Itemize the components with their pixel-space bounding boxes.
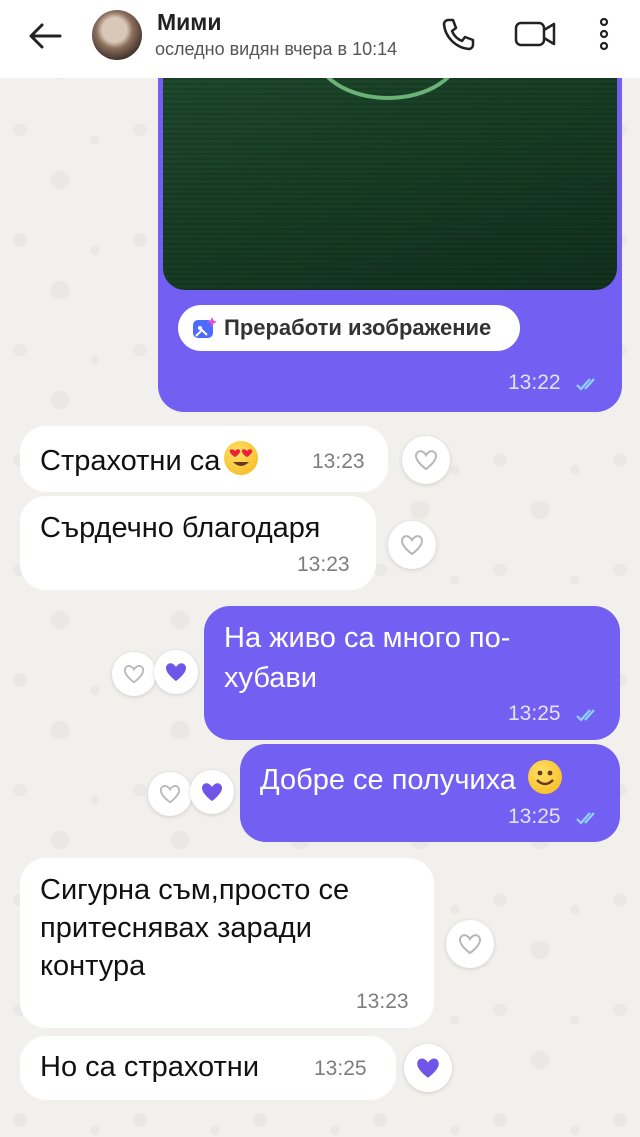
- message-text-line: хубави: [224, 662, 318, 694]
- heart-filled-icon: [417, 1058, 439, 1078]
- smile-emoji-icon: [527, 760, 562, 794]
- liked-indicator[interactable]: [154, 650, 198, 694]
- heart-outline-icon: [414, 450, 438, 471]
- contact-avatar[interactable]: [92, 10, 142, 60]
- message-text: Но са страхотни: [40, 1051, 260, 1083]
- message-time: 13:23: [356, 990, 409, 1013]
- video-call-icon[interactable]: [512, 14, 558, 54]
- message-time: 13:23: [312, 450, 365, 473]
- like-button[interactable]: [402, 436, 450, 484]
- magic-edit-icon: [193, 317, 217, 338]
- like-button[interactable]: [148, 772, 192, 816]
- shared-photo[interactable]: [163, 60, 617, 290]
- heart-filled-icon: [202, 783, 222, 801]
- chat-header: Мими оследно видян вчера в 10:14: [0, 0, 640, 78]
- message-time: 13:23: [297, 553, 350, 576]
- liked-indicator[interactable]: [190, 770, 234, 814]
- heart-outline-icon: [400, 535, 424, 556]
- heart-eyes-emoji-icon: [224, 441, 259, 475]
- message-text: Сърдечно благодаря: [40, 512, 321, 544]
- read-ticks-icon: [576, 378, 595, 391]
- phone-icon[interactable]: [438, 14, 478, 54]
- message-text: Добре се получиха: [260, 764, 516, 796]
- edit-image-button[interactable]: Преработи изображение: [178, 305, 520, 351]
- outgoing-message[interactable]: Добре се получиха 13:25: [240, 744, 620, 842]
- heart-outline-icon: [458, 934, 482, 955]
- message-time: 13:25: [508, 702, 561, 725]
- liked-indicator[interactable]: [404, 1044, 452, 1092]
- read-ticks-icon: [576, 812, 595, 825]
- incoming-message[interactable]: Сигурна съм,просто се притеснявах заради…: [20, 858, 434, 1028]
- message-text-line: Сигурна съм,просто се: [40, 874, 350, 906]
- back-arrow-icon[interactable]: [24, 18, 68, 54]
- message-time: 13:25: [314, 1057, 367, 1080]
- message-text-line: притеснявах заради: [40, 912, 312, 944]
- message-list[interactable]: Преработи изображение 13:22 Страхотни са…: [0, 0, 640, 1137]
- heart-outline-icon: [159, 785, 181, 804]
- message-time: 13:22: [508, 371, 561, 394]
- last-seen-status: оследно видян вчера в 10:14: [155, 39, 398, 59]
- contact-name[interactable]: Мими: [157, 9, 221, 36]
- more-options-icon[interactable]: [590, 14, 618, 54]
- message-text: Страхотни са: [40, 445, 221, 477]
- read-ticks-icon: [576, 709, 595, 722]
- like-button[interactable]: [446, 920, 494, 968]
- message-text-line: На живо са много по-: [224, 622, 511, 654]
- like-button[interactable]: [388, 521, 436, 569]
- outgoing-message[interactable]: На живо са много по- хубави 13:25: [204, 606, 620, 740]
- heart-outline-icon: [123, 665, 145, 684]
- message-text-line: контура: [40, 950, 146, 982]
- edit-image-label: Преработи изображение: [224, 315, 492, 340]
- incoming-message[interactable]: Но са страхотни 13:25: [20, 1036, 396, 1100]
- message-time: 13:25: [508, 805, 561, 828]
- incoming-message[interactable]: Сърдечно благодаря 13:23: [20, 496, 376, 590]
- like-button[interactable]: [112, 652, 156, 696]
- heart-filled-icon: [166, 663, 186, 681]
- incoming-message[interactable]: Страхотни са 13:23: [20, 426, 388, 492]
